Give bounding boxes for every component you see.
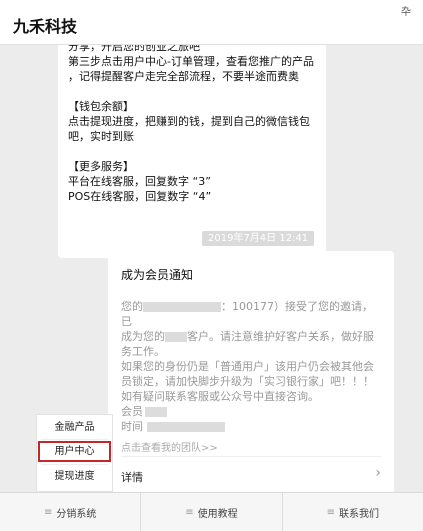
card-body-line: 如果您的身份仍是「普通用户」该用户仍会被其他会 — [121, 360, 374, 373]
menu-item-withdraw-progress[interactable]: 提现进度 — [37, 468, 112, 486]
detail-label[interactable]: 详情 — [121, 469, 143, 485]
card-body-line: 如有疑问联系客服或公众号中直接咨询。 — [121, 390, 319, 403]
tab-contact-us[interactable]: ≡ 联系我们 — [283, 493, 423, 531]
tab-tutorial[interactable]: ≡ 使用教程 — [141, 493, 283, 531]
redacted-block — [143, 302, 221, 312]
tab-distribution-system[interactable]: ≡ 分销系统 — [0, 493, 142, 531]
message-line: ，记得提醒客户走完全部流程，不要半途而费奥 — [68, 70, 299, 83]
menu-icon: ≡ — [43, 506, 53, 518]
card-body-line: 员锁定，请加快脚步升级为「实习银行家」吧！！！ — [121, 375, 374, 388]
message-timestamp: 2019年7月4日 12:41 — [202, 231, 315, 246]
redacted-block — [165, 332, 187, 342]
chevron-right-icon[interactable]: › — [375, 465, 381, 481]
card-text: 会员 — [121, 405, 143, 418]
tab-label: 使用教程 — [197, 508, 238, 520]
message-line: POS在线客服，回复数字 “4” — [68, 190, 212, 203]
pin-icon[interactable]: 卆 — [401, 3, 411, 18]
card-divider — [121, 456, 381, 457]
message-line: 点击提现进度，把赚到的钱，提到自己的微信钱包 — [68, 115, 310, 128]
card-text: 时间 — [121, 420, 143, 433]
page-title: 九禾科技 — [13, 17, 78, 36]
message-line — [68, 84, 316, 99]
message-line: 【更多服务】 — [68, 160, 134, 173]
message-line: 第三步点击用户中心-订单管理，查看您推广的产品 — [68, 55, 314, 68]
card-title: 成为会员通知 — [121, 268, 194, 282]
card-text: 客户。请注意维护好客户关系，做好服 — [187, 330, 374, 343]
bottom-menu-bar: ≡ 分销系统 ≡ 使用教程 ≡ 联系我们 — [0, 492, 423, 531]
member-notice-card[interactable]: 成为会员通知 您的 ：100177）接受了您的邀请，已 成为您的 客户。请注意维护好… — [108, 251, 394, 492]
card-body-line: 成为您的 客户。请注意维护好客户关系，做好服 — [121, 329, 383, 344]
menu-icon: ≡ — [326, 506, 336, 518]
tab-label: 分销系统 — [56, 508, 97, 520]
message-line: 吧，实时到账 — [68, 130, 134, 143]
card-body-line: 时间 — [121, 419, 383, 434]
card-body-line: 您的 ：100177）接受了您的邀请，已 — [121, 299, 383, 329]
menu-icon: ≡ — [185, 506, 194, 518]
menu-divider — [41, 464, 108, 465]
card-body: 您的 ：100177）接受了您的邀请，已 成为您的 客户。请注意维护好客户关系，做好… — [121, 299, 383, 434]
message-line: 平台在线客服，回复数字 “3” — [68, 175, 211, 188]
submenu-popup: 金融产品 用户中心 提现进度 — [36, 414, 113, 492]
card-text: 成为您的 — [121, 330, 165, 343]
tab-label: 联系我们 — [339, 508, 380, 520]
message-line: 分享，开启您的创业之旅吧 — [68, 45, 200, 53]
message-line — [68, 144, 316, 159]
redacted-block — [147, 422, 225, 432]
card-body-line: 会员 — [121, 404, 383, 419]
message-bubble: 分享，开启您的创业之旅吧 第三步点击用户中心-订单管理，查看您推广的产品 ，记得… — [58, 45, 326, 258]
redacted-block — [145, 407, 167, 417]
message-line: 【钱包余额】 — [68, 100, 134, 113]
menu-item-finance-products[interactable]: 金融产品 — [37, 419, 112, 437]
card-text: 您的 — [121, 300, 143, 313]
menu-divider — [41, 439, 108, 440]
menu-item-user-center[interactable]: 用户中心 — [38, 441, 111, 462]
card-body-line: 务工作。 — [121, 345, 165, 358]
view-team-link[interactable]: 点击查看我的团队>> — [121, 439, 218, 454]
app-header: 九禾科技 卆 — [0, 0, 423, 45]
